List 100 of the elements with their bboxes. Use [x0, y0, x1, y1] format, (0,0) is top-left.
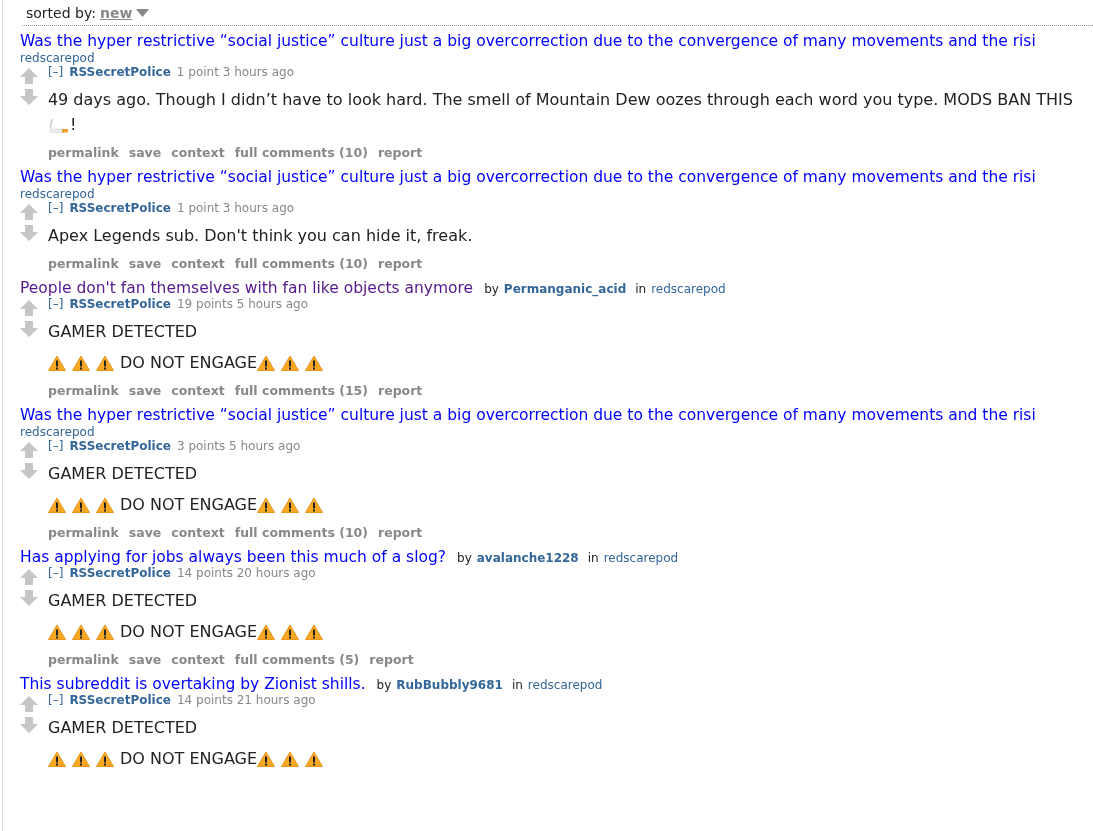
comment-action-link[interactable]: report	[378, 525, 423, 540]
post-title-link[interactable]: Was the hyper restrictive “social justice” culture just a big overcorrection due to the convergence of many movements and the risi	[20, 32, 1036, 50]
username-link[interactable]: RSSecretPolice	[69, 439, 171, 453]
subreddit-link[interactable]: redscarepod	[651, 282, 726, 296]
comment-action-link[interactable]: save	[128, 383, 162, 398]
warning-icon	[281, 354, 300, 371]
comment-action-link[interactable]: permalink	[48, 383, 119, 398]
downvote-icon[interactable]	[20, 225, 38, 241]
comment-action-link[interactable]: full comments (5)	[234, 652, 360, 667]
username-link[interactable]: RSSecretPolice	[69, 297, 171, 311]
downvote-icon[interactable]	[20, 717, 38, 733]
caret-icon	[136, 9, 150, 17]
author-link[interactable]: avalanche1228	[476, 551, 579, 565]
upvote-icon[interactable]	[20, 442, 38, 458]
warning-icon	[48, 623, 66, 640]
warning-icon	[96, 623, 114, 640]
comment-action-link[interactable]: permalink	[48, 652, 119, 667]
comment-text: GAMER DETECTED	[48, 590, 198, 612]
post-title-link[interactable]: Was the hyper restrictive “social justice” culture just a big overcorrection due to the convergence of many movements and the risi	[20, 168, 1036, 186]
warning-icon	[72, 354, 90, 371]
username-link[interactable]: RSSecretPolice	[69, 65, 171, 79]
post-title-link[interactable]: This subreddit is overtaking by Zionist shills.	[20, 675, 366, 693]
by-label: by	[484, 282, 499, 296]
warning-icon	[305, 623, 324, 640]
collapse-toggle[interactable]: [–]	[48, 439, 64, 453]
warning-icon	[257, 750, 276, 767]
subreddit-link[interactable]: redscarepod	[527, 678, 603, 692]
upvote-icon[interactable]	[20, 68, 38, 84]
in-label: in	[635, 282, 647, 296]
comment-action-link[interactable]: report	[377, 145, 423, 160]
username-link[interactable]: RSSecretPolice	[69, 566, 171, 580]
comment-text: !	[69, 114, 77, 136]
comment-action-link[interactable]: context	[171, 383, 225, 398]
username-link[interactable]: RSSecretPolice	[69, 201, 171, 215]
comment-action-link[interactable]: context	[171, 256, 225, 271]
post-title-link[interactable]: Was the hyper restrictive “social justice” culture just a big overcorrection due to the convergence of many movements and the risi	[20, 406, 1036, 424]
upvote-icon[interactable]	[20, 204, 38, 220]
collapse-toggle[interactable]: [–]	[47, 65, 64, 79]
warning-icon	[305, 750, 324, 767]
comment-text: DO NOT ENGAGE	[120, 494, 258, 516]
post-title-link[interactable]: Has applying for jobs always been this much of a slog?	[20, 548, 447, 566]
warning-icon	[257, 496, 276, 513]
by-label: by	[376, 678, 392, 692]
subreddit-link[interactable]: redscarepod	[20, 425, 95, 439]
in-label: in	[511, 678, 523, 692]
score-time: 14 points 21 hours ago	[176, 693, 316, 707]
subreddit-link[interactable]: redscarepod	[20, 51, 95, 65]
upvote-icon[interactable]	[20, 569, 38, 585]
comment-action-link[interactable]: full comments (10)	[234, 525, 369, 540]
comment-text: GAMER DETECTED	[48, 717, 198, 739]
subreddit-link[interactable]: redscarepod	[20, 187, 95, 201]
comment-action-link[interactable]: save	[128, 256, 162, 271]
comment-action-link[interactable]: permalink	[47, 145, 119, 160]
warning-icon	[257, 354, 276, 371]
post-title-link[interactable]: People don't fan themselves with fan like objects anymore	[20, 279, 474, 297]
score-time: 1 point 3 hours ago	[176, 201, 295, 215]
comment-text: DO NOT ENGAGE	[120, 748, 258, 770]
upvote-icon[interactable]	[20, 300, 38, 316]
warning-icon	[96, 750, 114, 767]
sort-label: sorted by:	[26, 5, 96, 21]
downvote-icon[interactable]	[20, 321, 38, 337]
comment-text: GAMER DETECTED	[48, 321, 198, 343]
score-time: 3 points 5 hours ago	[176, 439, 301, 453]
username-link[interactable]: RSSecretPolice	[69, 693, 171, 707]
by-label: by	[457, 551, 472, 565]
comment-action-link[interactable]: save	[128, 525, 162, 540]
comment-action-link[interactable]: full comments (10)	[234, 145, 368, 160]
collapse-toggle[interactable]: [–]	[48, 566, 64, 580]
score-time: 19 points 5 hours ago	[176, 297, 308, 311]
collapse-toggle[interactable]: [–]	[48, 297, 64, 311]
comment-action-link[interactable]: permalink	[48, 525, 119, 540]
comment-action-link[interactable]: save	[128, 145, 162, 160]
score-time: 1 point 3 hours ago	[176, 65, 294, 79]
downvote-icon[interactable]	[20, 590, 38, 606]
comment-action-link[interactable]: permalink	[48, 256, 119, 271]
comment-action-link[interactable]: context	[171, 652, 225, 667]
comment-action-link[interactable]: context	[171, 525, 225, 540]
comment-action-link[interactable]: save	[128, 652, 162, 667]
comment-action-link[interactable]: report	[369, 652, 414, 667]
collapse-toggle[interactable]: [–]	[48, 693, 64, 707]
comment-action-link[interactable]: report	[378, 256, 423, 271]
warning-icon	[281, 496, 300, 513]
in-label: in	[587, 551, 599, 565]
warning-icon	[96, 496, 114, 513]
sort-dropdown[interactable]: new	[99, 5, 133, 21]
warning-icon	[281, 623, 300, 640]
cigarette-icon	[48, 116, 69, 133]
comment-action-link[interactable]: report	[378, 383, 423, 398]
subreddit-link[interactable]: redscarepod	[603, 551, 679, 565]
upvote-icon[interactable]	[20, 696, 38, 712]
comment-action-link[interactable]: full comments (10)	[234, 256, 369, 271]
comment-action-link[interactable]: full comments (15)	[234, 383, 369, 398]
downvote-icon[interactable]	[20, 89, 38, 105]
author-link[interactable]: RubBubbly9681	[396, 678, 503, 692]
collapse-toggle[interactable]: [–]	[48, 201, 64, 215]
comment-action-link[interactable]: context	[171, 145, 225, 160]
warning-icon	[72, 750, 90, 767]
downvote-icon[interactable]	[20, 463, 38, 479]
warning-icon	[72, 496, 90, 513]
author-link[interactable]: Permanganic_acid	[503, 282, 627, 296]
